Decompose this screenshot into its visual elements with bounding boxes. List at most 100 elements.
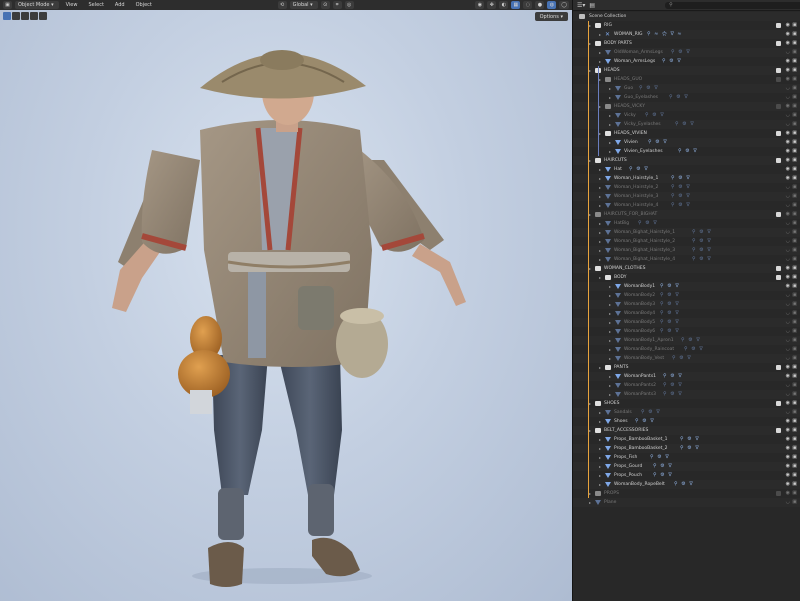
- visibility-icon[interactable]: ◉: [475, 1, 485, 9]
- chevron-right-icon[interactable]: ▸: [599, 444, 601, 453]
- select-subtract-icon[interactable]: [21, 12, 29, 20]
- exclude-checkbox[interactable]: [776, 77, 781, 82]
- camera-icon[interactable]: ▣: [792, 480, 797, 489]
- camera-icon[interactable]: ▣: [792, 84, 797, 93]
- eye-icon[interactable]: ◡: [786, 498, 790, 507]
- eye-icon[interactable]: ◡: [786, 93, 790, 102]
- eye-icon[interactable]: ◡: [786, 219, 790, 228]
- eye-icon[interactable]: ◡: [786, 309, 790, 318]
- modifier-icons[interactable]: ⚲ ⚙ ∇: [653, 462, 673, 471]
- camera-icon[interactable]: ▣: [792, 21, 797, 30]
- exclude-checkbox[interactable]: [776, 365, 781, 370]
- outliner-object-row[interactable]: ▸ Woman_Hairstyle_1 ⚲ ⚙ ∇ ◉ ▣: [573, 174, 800, 183]
- camera-icon[interactable]: ▣: [792, 426, 797, 435]
- eye-icon[interactable]: ◡: [786, 327, 790, 336]
- chevron-right-icon[interactable]: ▸: [599, 462, 601, 471]
- outliner-object-row[interactable]: ▸ WomanBody6 ⚲ ⚙ ∇ ◡ ▣: [573, 327, 800, 336]
- chevron-right-icon[interactable]: ▸: [589, 39, 591, 48]
- outliner-object-row[interactable]: ▸ Vivien_Eyelashes ⚲ ⚙ ∇ ◉ ▣: [573, 147, 800, 156]
- chevron-right-icon[interactable]: ▸: [609, 291, 611, 300]
- modifier-icons[interactable]: ⚲ ⚙ ∇: [674, 480, 694, 489]
- camera-icon[interactable]: ▣: [792, 345, 797, 354]
- camera-icon[interactable]: ▣: [792, 129, 797, 138]
- outliner-object-row[interactable]: ▸ WomanBody4 ⚲ ⚙ ∇ ◡ ▣: [573, 309, 800, 318]
- eye-icon[interactable]: ◉: [786, 444, 790, 453]
- chevron-right-icon[interactable]: ▸: [589, 489, 591, 498]
- modifier-icons[interactable]: ⚲ ⚙ ∇: [663, 381, 683, 390]
- modifier-icons[interactable]: ⚲ ⚙ ∇: [660, 327, 680, 336]
- eye-icon[interactable]: ◉: [786, 282, 790, 291]
- camera-icon[interactable]: ▣: [792, 57, 797, 66]
- outliner-object-row[interactable]: ▸ Woman_Bighat_Hairstyle_1 ⚲ ⚙ ∇ ◡ ▣: [573, 228, 800, 237]
- camera-icon[interactable]: ▣: [792, 138, 797, 147]
- camera-icon[interactable]: ▣: [792, 390, 797, 399]
- eye-icon[interactable]: ◡: [786, 111, 790, 120]
- eye-icon[interactable]: ◉: [786, 21, 790, 30]
- camera-icon[interactable]: ▣: [792, 219, 797, 228]
- outliner-object-row[interactable]: ▸ WomanPants2 ⚲ ⚙ ∇ ◡ ▣: [573, 381, 800, 390]
- camera-icon[interactable]: ▣: [792, 408, 797, 417]
- eye-icon[interactable]: ◉: [786, 417, 790, 426]
- eye-icon[interactable]: ◉: [786, 147, 790, 156]
- outliner-object-row[interactable]: ▸ WomanBody5 ⚲ ⚙ ∇ ◡ ▣: [573, 318, 800, 327]
- chevron-right-icon[interactable]: ▸: [599, 453, 601, 462]
- camera-icon[interactable]: ▣: [792, 282, 797, 291]
- camera-icon[interactable]: ▣: [792, 48, 797, 57]
- outliner-object-row[interactable]: ▸ Sandals ⚲ ⚙ ∇ ◡ ▣: [573, 408, 800, 417]
- chevron-right-icon[interactable]: ▸: [589, 156, 591, 165]
- modifier-icons[interactable]: ⚲ ⚙ ∇: [660, 309, 680, 318]
- outliner-object-row[interactable]: ▸ Shoes ⚲ ⚙ ∇ ◉ ▣: [573, 417, 800, 426]
- chevron-right-icon[interactable]: ▸: [599, 30, 601, 39]
- 3d-viewport[interactable]: ▣ Object Mode ▾ View Select Add Object ⟲…: [0, 0, 572, 601]
- camera-icon[interactable]: ▣: [792, 192, 797, 201]
- modifier-icons[interactable]: ⚲ ⚙ ∇: [660, 318, 680, 327]
- chevron-right-icon[interactable]: ▸: [599, 273, 601, 282]
- exclude-checkbox[interactable]: [776, 41, 781, 46]
- eye-icon[interactable]: ◡: [786, 183, 790, 192]
- eye-icon[interactable]: ◉: [786, 462, 790, 471]
- eye-icon[interactable]: ◉: [786, 174, 790, 183]
- outliner-object-row[interactable]: ▸ Woman_Bighat_Hairstyle_3 ⚲ ⚙ ∇ ◡ ▣: [573, 246, 800, 255]
- eye-icon[interactable]: ◉: [786, 138, 790, 147]
- menu-select[interactable]: Select: [84, 2, 107, 8]
- outliner-object-row[interactable]: ▸ Props_BambooBasket_1 ⚲ ⚙ ∇ ◉ ▣: [573, 435, 800, 444]
- eye-icon[interactable]: ◉: [786, 489, 790, 498]
- chevron-right-icon[interactable]: ▸: [599, 417, 601, 426]
- chevron-right-icon[interactable]: ▸: [599, 201, 601, 210]
- outliner-object-row[interactable]: ▸ Woman_Bighat_Hairstyle_4 ⚲ ⚙ ∇ ◡ ▣: [573, 255, 800, 264]
- exclude-checkbox[interactable]: [776, 212, 781, 217]
- modifier-icons[interactable]: ⚲ ⚙ ∇: [675, 120, 695, 129]
- eye-icon[interactable]: ◉: [786, 363, 790, 372]
- outliner-object-row[interactable]: ▸ Vicky_Eyelashes ⚲ ⚙ ∇ ◡ ▣: [573, 120, 800, 129]
- outliner-collection-row[interactable]: ▸ BODY ◉ ▣: [573, 273, 800, 282]
- outliner-object-row[interactable]: ▸ Vicky ⚲ ⚙ ∇ ◡ ▣: [573, 111, 800, 120]
- modifier-icons[interactable]: ⚲ ⚙ ∇: [653, 471, 673, 480]
- camera-icon[interactable]: ▣: [792, 444, 797, 453]
- outliner-collection-row[interactable]: ▸ RIG ◉ ▣: [573, 21, 800, 30]
- eye-icon[interactable]: ◉: [786, 210, 790, 219]
- modifier-icons[interactable]: ⚲ ⚙ ∇: [629, 165, 649, 174]
- eye-icon[interactable]: ◉: [786, 129, 790, 138]
- chevron-right-icon[interactable]: ▸: [599, 75, 601, 84]
- eye-icon[interactable]: ◉: [786, 264, 790, 273]
- outliner-object-row[interactable]: ▸ WomanBody1 ⚲ ⚙ ∇ ◉ ▣: [573, 282, 800, 291]
- modifier-icons[interactable]: ⚲ ⚙ ∇: [639, 84, 659, 93]
- select-box-icon[interactable]: [3, 12, 11, 20]
- outliner-object-row[interactable]: ▸ Hat ⚲ ⚙ ∇ ◉ ▣: [573, 165, 800, 174]
- camera-icon[interactable]: ▣: [792, 381, 797, 390]
- chevron-right-icon[interactable]: ▸: [599, 183, 601, 192]
- chevron-right-icon[interactable]: ▸: [609, 120, 611, 129]
- orientation-dropdown[interactable]: Global ▾: [289, 1, 318, 9]
- outliner-collection-row[interactable]: ▸ HEADS_GUO ◉ ▣: [573, 75, 800, 84]
- camera-icon[interactable]: ▣: [792, 264, 797, 273]
- camera-icon[interactable]: ▣: [792, 120, 797, 129]
- menu-view[interactable]: View: [62, 2, 82, 8]
- eye-icon[interactable]: ◡: [786, 48, 790, 57]
- editor-type-button[interactable]: ▣: [3, 1, 12, 9]
- outliner-object-row[interactable]: ▸ Plane ◡ ▣: [573, 498, 800, 507]
- eye-icon[interactable]: ◉: [786, 372, 790, 381]
- camera-icon[interactable]: ▣: [792, 318, 797, 327]
- chevron-right-icon[interactable]: ▸: [599, 471, 601, 480]
- chevron-right-icon[interactable]: ▸: [589, 210, 591, 219]
- camera-icon[interactable]: ▣: [792, 39, 797, 48]
